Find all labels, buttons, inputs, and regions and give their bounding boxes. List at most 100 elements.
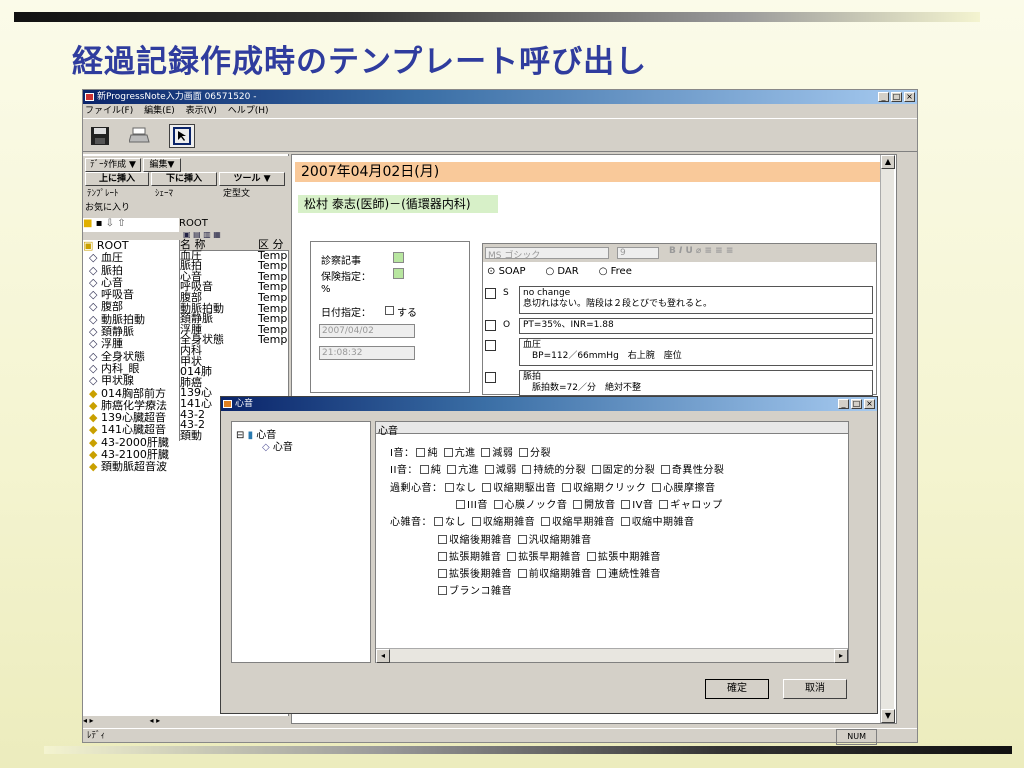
tree-item[interactable]: ◇ 頚静脈 [83,326,179,338]
checkbox[interactable] [484,465,494,475]
format-buttons[interactable]: B I U ⌀ ≡ ≡ ≡ [669,246,733,256]
save-icon[interactable] [87,124,113,148]
edit-menu-button[interactable]: 編集▼ [143,158,181,172]
size-select[interactable]: 9 [617,247,659,259]
tree-item[interactable]: ◇ 浮腫 [83,338,179,350]
radio-soap[interactable]: ⊙ SOAP [487,266,525,277]
checkbox[interactable] [456,499,465,509]
checkbox[interactable] [517,534,527,544]
checkbox[interactable] [522,465,532,475]
maximize-button[interactable]: □ [891,92,902,102]
tree-item[interactable]: ◆ 頚動脈超音波 [83,461,179,473]
checkbox[interactable] [597,569,607,579]
checkbox[interactable] [438,534,447,544]
checkbox[interactable] [591,465,601,475]
radio-dar[interactable]: ○ DAR [545,266,578,277]
minimize-button[interactable]: _ [878,92,889,102]
entry-s-text[interactable]: no change 息切れはない。階段は２段とびでも登れると。 [519,286,873,314]
scroll-down-icon[interactable]: ▼ [881,709,895,723]
arrow-up-icon[interactable]: ⇧ [117,218,125,229]
tree-item[interactable]: ◆ 43-2100肝臓 [83,449,179,461]
checkbox[interactable] [444,482,454,492]
tree-item[interactable]: ◆ 014胸部前方 [83,388,179,400]
tree-item[interactable]: ◆ 肺癌化学療法 [83,400,179,412]
entry-pulse-text[interactable]: 脈拍 脈拍数=72／分 絶対不整 [519,370,873,396]
dialog-maximize-button[interactable]: □ [851,399,862,409]
tools-button[interactable]: ツール ▼ [219,172,285,186]
checkbox[interactable] [434,517,443,527]
arrow-down-icon[interactable]: ⇩ [106,218,114,229]
menu-edit[interactable]: 編集(E) [144,106,175,116]
tree-item[interactable]: ◆ 141心臓超音 [83,424,179,436]
checkbox[interactable] [481,448,491,457]
checkbox[interactable] [586,551,596,561]
checkbox[interactable] [438,551,447,561]
data-create-button[interactable]: ﾃﾞｰﾀ作成 ▼ [85,158,141,172]
entry-o-text[interactable]: PT=35%、INR=1.88 [519,318,873,334]
menu-file[interactable]: ファイル(F) [85,106,133,116]
entry-bp-checkbox[interactable] [485,340,496,351]
checkbox[interactable] [493,499,503,509]
checkbox[interactable] [438,586,447,596]
tab-template[interactable]: ﾃﾝﾌﾟﾚｰﾄ [85,186,145,200]
ok-button[interactable]: 確定 [705,679,769,699]
checkbox[interactable] [660,465,670,475]
checkbox[interactable] [438,569,447,579]
tree-item[interactable]: ◇ 動脈拍動 [83,314,179,326]
checkbox[interactable] [416,448,426,457]
dialog-scroll-right-icon[interactable]: ▸ [834,649,848,663]
checkbox[interactable] [659,499,669,509]
insert-above-button[interactable]: 上に挿入 [85,172,149,186]
insurance-dropdown[interactable] [393,268,404,279]
exam-dropdown[interactable] [393,252,404,263]
tree-item[interactable]: ▣ ROOT [83,240,179,252]
cancel-button[interactable]: 取消 [783,679,847,699]
tree-item[interactable]: ◇ 内科_眼 [83,363,179,375]
dialog-hscrollbar[interactable]: ◂ ▸ [376,648,848,663]
font-select[interactable]: MS ゴシック [485,247,609,261]
checkbox[interactable] [621,499,631,509]
checkbox[interactable] [447,465,457,475]
insert-below-button[interactable]: 下に挿入 [151,172,217,186]
select-icon[interactable] [169,124,195,148]
checkbox[interactable] [573,499,583,509]
time-field[interactable]: 21:08:32 [319,346,415,360]
left-hscrollbars[interactable]: ◂ ▸ ◂ ▸ [83,716,289,728]
tree-item[interactable]: ◇ 脈拍 [83,265,179,277]
close-button[interactable]: × [904,92,915,102]
scroll-up-icon[interactable]: ▲ [881,155,895,169]
checkbox[interactable] [561,482,571,492]
checkbox[interactable] [652,482,662,492]
tab-fixed-phrase[interactable]: 定型文 [207,186,267,200]
checkbox[interactable] [519,448,529,457]
checkbox[interactable] [419,465,429,475]
entry-pulse-checkbox[interactable] [485,372,496,383]
tab-schema[interactable]: ｼｪｰﾏ [145,186,207,200]
entry-s-checkbox[interactable] [485,288,496,299]
tree-item[interactable]: ◇ 呼吸音 [83,289,179,301]
date-field[interactable]: 2007/04/02 [319,324,415,338]
tree-item[interactable]: ◇ 血圧 [83,252,179,264]
dialog-close-button[interactable]: × [864,399,875,409]
checkbox[interactable] [471,517,481,527]
checkbox[interactable] [507,551,517,561]
main-vscrollbar[interactable]: ▲ ▼ [880,155,895,723]
tree-item[interactable]: ◇ 全身状態 [83,351,179,363]
checkbox[interactable] [482,482,492,492]
entry-o-checkbox[interactable] [485,320,496,331]
entry-bp-text[interactable]: 血圧 BP=112／66mmHg 右上腕 座位 [519,338,873,366]
checkbox[interactable] [620,517,630,527]
tree-item[interactable]: ◇ 腹部 [83,301,179,313]
tree-item[interactable]: ◆ 43-2000肝臓 [83,437,179,449]
checkbox[interactable] [540,517,550,527]
favorites-tab[interactable]: お気に入り [85,200,130,213]
radio-free[interactable]: ○ Free [599,266,632,277]
folder-icon[interactable]: ■ [83,218,92,229]
menu-help[interactable]: ヘルプ(H) [228,106,269,116]
checkbox[interactable] [443,448,453,457]
tree-item[interactable]: ◇ 甲状腺 [83,375,179,387]
menu-view[interactable]: 表示(V) [186,106,217,116]
print-icon[interactable] [127,124,153,148]
dialog-minimize-button[interactable]: _ [838,399,849,409]
checkbox[interactable] [517,569,527,579]
